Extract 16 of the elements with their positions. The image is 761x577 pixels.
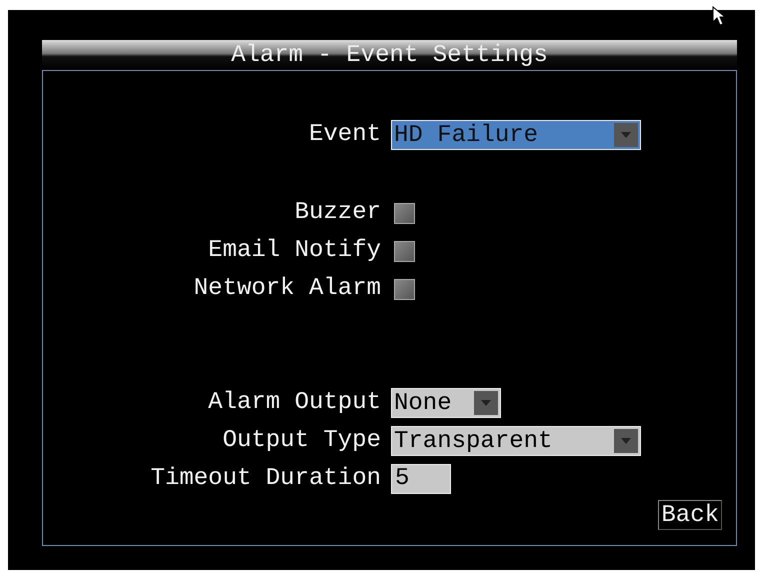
checkbox[interactable] [394,202,415,224]
field-label: Timeout Duration [150,464,381,494]
field-label: Event [308,120,381,150]
field-label: Network Alarm [194,274,381,304]
input-field[interactable]: 5 [391,464,451,494]
dropdown[interactable]: HD Failure [391,120,641,150]
field-label: Alarm Output [208,388,381,418]
field-label: Output Type [222,426,381,456]
checkbox[interactable] [394,278,415,300]
dropdown[interactable]: Transparent [391,426,641,456]
checkbox[interactable] [394,240,415,262]
dropdown[interactable]: None [391,388,501,418]
field-label: Email Notify [208,236,381,266]
window-title: Alarm - Event Settings [42,40,737,70]
back-button[interactable]: Back [658,500,722,530]
field-label: Buzzer [294,198,381,228]
